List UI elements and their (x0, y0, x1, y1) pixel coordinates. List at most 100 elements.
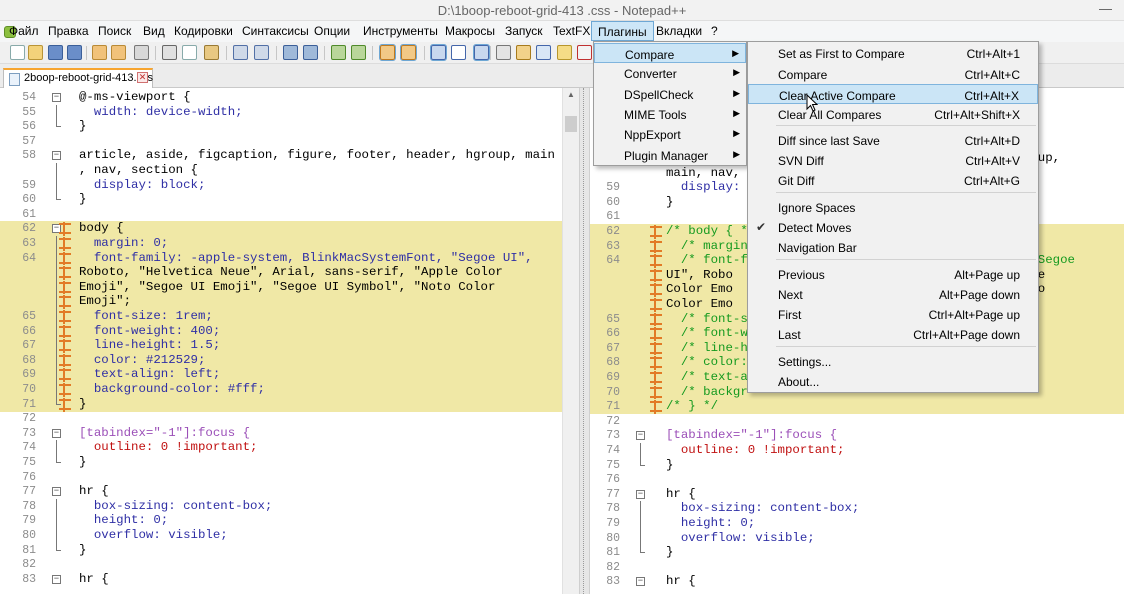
fold-toggle-icon[interactable]: − (52, 151, 61, 161)
cut-icon[interactable] (162, 45, 177, 60)
code-line[interactable]: 75} (0, 455, 562, 470)
close-all-icon[interactable] (111, 45, 126, 60)
menu-item-10[interactable]: TextFX (553, 24, 590, 38)
code-line[interactable]: 77 − hr { (590, 487, 1124, 502)
code-line[interactable]: 55 width: device-width; (0, 104, 562, 120)
func-list-icon[interactable] (536, 45, 551, 60)
close-icon[interactable] (92, 45, 107, 60)
compare-menu-item[interactable]: Clear Active Compare Ctrl+Alt+X (748, 83, 1038, 104)
record-icon[interactable] (577, 45, 592, 60)
menu-item-13[interactable]: ? (711, 24, 718, 38)
scrollbar-thumb[interactable] (565, 116, 577, 132)
editor-left[interactable]: 54− @-ms-viewport {55 width: device-width… (0, 88, 562, 594)
code-line[interactable]: Emoji", "Segoe UI Emoji", "Segoe UI Symb… (0, 279, 562, 295)
code-line[interactable]: 63 margin: 0; (0, 236, 562, 251)
plugins-menu-item[interactable]: Compare ▶ (594, 43, 746, 63)
code-line[interactable]: 76 (0, 470, 562, 485)
print-icon[interactable] (134, 45, 149, 60)
code-line[interactable]: 70 background-color: #fff; (0, 382, 562, 397)
compare-menu-item[interactable]: Settings... (748, 351, 1038, 371)
plugins-menu-item[interactable]: Plugin Manager ▶ (594, 145, 746, 165)
paste-icon[interactable] (204, 45, 219, 60)
code-line[interactable]: 54 − @-ms-viewport { (0, 90, 562, 105)
menu-item-3[interactable]: Вид (143, 24, 165, 38)
code-line[interactable]: 57 (0, 134, 562, 149)
menu-item-7[interactable]: Инструменты (363, 24, 438, 38)
code-line[interactable]: 71} (0, 396, 562, 412)
compare-menu-item[interactable]: Compare Ctrl+Alt+C (748, 64, 1038, 84)
code-line[interactable]: 74 outline: 0 !important; (590, 443, 1124, 458)
code-line[interactable]: 66 font-weight: 400; (0, 323, 562, 339)
code-line[interactable]: 79 height: 0; (590, 516, 1124, 531)
code-line[interactable]: 83 − hr { (590, 574, 1124, 589)
code-line[interactable]: 59 display: block; (0, 177, 562, 193)
fold-toggle-icon[interactable]: − (52, 428, 61, 438)
sync-h-icon[interactable] (400, 44, 417, 61)
compare-menu-item[interactable]: Git Diff Ctrl+Alt+G (748, 170, 1038, 190)
compare-menu-item[interactable]: Ignore Spaces (748, 197, 1038, 217)
code-line[interactable]: 58 − article, aside, figcaption, figure, f… (0, 148, 562, 163)
file-tab[interactable]: 2boop-reboot-grid-413.css ✕ (3, 68, 153, 88)
menu-item-2[interactable]: Поиск (98, 24, 131, 38)
compare-menu-item[interactable]: Next Alt+Page down (748, 284, 1038, 304)
indent-guide-icon[interactable] (473, 44, 490, 61)
menu-item-9[interactable]: Запуск (505, 24, 543, 38)
code-line[interactable]: 65 font-size: 1rem; (0, 309, 562, 324)
plugins-menu-item[interactable]: Converter ▶ (594, 63, 746, 83)
compare-menu-item[interactable]: Set as First to Compare Ctrl+Alt+1 (748, 43, 1038, 63)
code-line[interactable]: 81} (0, 542, 562, 558)
splitter-grip[interactable] (583, 88, 586, 594)
code-line[interactable]: 67 line-height: 1.5; (0, 338, 562, 354)
fold-toggle-icon[interactable]: − (52, 574, 61, 584)
code-line[interactable]: 64 font-family: -apple-system, BlinkMacS… (0, 250, 562, 266)
code-line[interactable]: 81} (590, 545, 1124, 560)
save-all-icon[interactable] (67, 45, 82, 60)
menu-item-8[interactable]: Макросы (445, 24, 495, 38)
close-icon[interactable]: ✕ (137, 72, 148, 83)
sync-v-icon[interactable] (379, 44, 396, 61)
undo-icon[interactable] (233, 45, 248, 60)
code-line[interactable]: 72 (0, 411, 562, 426)
copy-icon[interactable] (182, 45, 197, 60)
menu-item-6[interactable]: Опции (314, 24, 350, 38)
open-file-icon[interactable] (28, 45, 43, 60)
vertical-scrollbar[interactable]: ▲ (562, 88, 579, 594)
code-line[interactable]: 80 overflow: visible; (0, 528, 562, 543)
zoom-in-icon[interactable] (331, 45, 346, 60)
code-line[interactable]: 77 − hr { (0, 484, 562, 499)
code-line[interactable]: 75} (590, 457, 1124, 473)
code-line[interactable]: 60} (0, 192, 562, 207)
menu-item-4[interactable]: Кодировки (174, 24, 233, 38)
new-file-icon[interactable] (10, 45, 25, 60)
all-chars-icon[interactable] (451, 45, 466, 60)
compare-menu-item[interactable]: First Ctrl+Alt+Page up (748, 304, 1038, 324)
code-line[interactable]: 71 /* } */ (590, 399, 1124, 415)
code-line[interactable]: 78 box-sizing: content-box; (0, 498, 562, 514)
fold-toggle-icon[interactable]: − (52, 487, 61, 497)
code-line[interactable]: 79 height: 0; (0, 513, 562, 529)
menu-item-1[interactable]: Правка (48, 24, 89, 38)
redo-icon[interactable] (254, 45, 269, 60)
code-line[interactable]: Emoji"; (0, 294, 562, 310)
code-line[interactable]: 80 overflow: visible; (590, 530, 1124, 546)
code-line[interactable]: 76 (590, 472, 1124, 487)
code-line[interactable]: 73 − [tabindex="-1"]:focus { (0, 426, 562, 441)
code-line[interactable]: 82 (0, 557, 562, 572)
code-line[interactable]: 56} (0, 119, 562, 134)
scroll-up-icon[interactable]: ▲ (567, 90, 575, 99)
plugins-menu-item[interactable]: MIME Tools ▶ (594, 104, 746, 124)
lang-icon[interactable] (496, 45, 511, 60)
compare-menu-item[interactable]: Clear All Compares Ctrl+Alt+Shift+X (748, 104, 1038, 124)
compare-menu-item[interactable]: About... (748, 371, 1038, 391)
fold-toggle-icon[interactable]: − (636, 577, 645, 587)
plugins-menu-item[interactable]: NppExport ▶ (594, 124, 746, 144)
folder-icon[interactable] (557, 45, 572, 60)
compare-menu-item[interactable]: Navigation Bar (748, 237, 1038, 257)
code-line[interactable]: , nav, section { (0, 163, 562, 178)
minimize-icon[interactable]: — (1099, 1, 1112, 16)
compare-menu-item[interactable]: Last Ctrl+Alt+Page down (748, 324, 1038, 344)
find-icon[interactable] (283, 45, 298, 60)
wrap-icon[interactable] (430, 44, 447, 61)
code-line[interactable]: 82 (590, 560, 1124, 575)
code-line[interactable]: 73 − [tabindex="-1"]:focus { (590, 428, 1124, 443)
